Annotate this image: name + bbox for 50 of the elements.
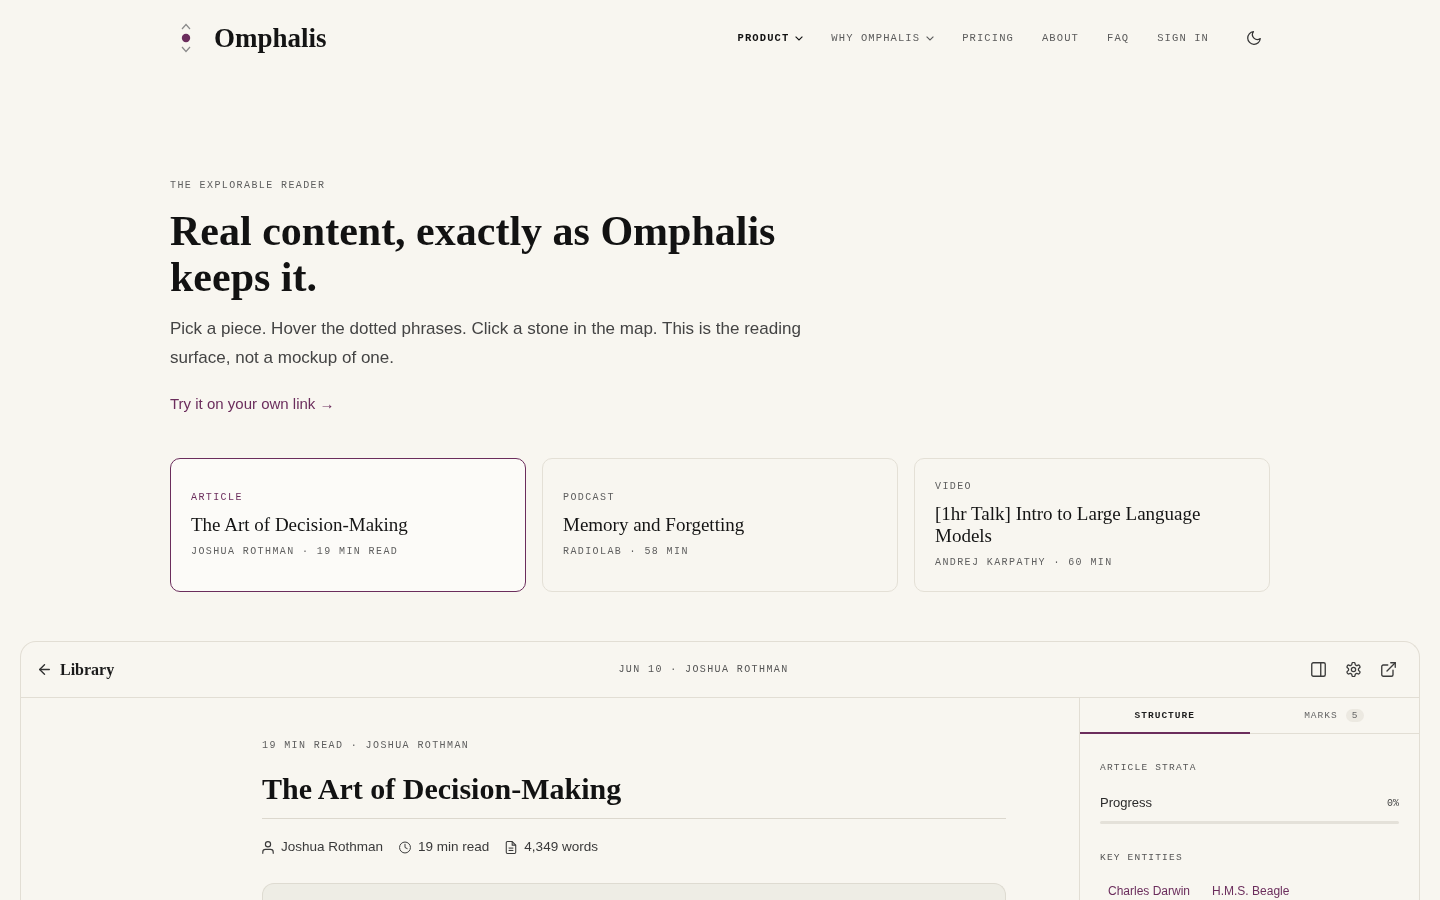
byline-text: 19 min read <box>418 838 490 856</box>
sample-card[interactable]: PODCAST Memory and Forgetting RADIOLAB · 58 MIN <box>542 458 898 592</box>
nav-link[interactable]: PRODUCT <box>737 28 804 48</box>
sidebar-tab[interactable]: MARKS 5 <box>1249 698 1419 734</box>
byline-text: Joshua Rothman <box>281 838 384 856</box>
hero-intro: Pick a piece. Hover the dotted phrases. Click a stone in the map. This is the reading surface, not a mockup of one. <box>170 318 802 369</box>
back-link[interactable]: Library <box>39 660 115 679</box>
section-heading: ARTICLE STRATA <box>1100 762 1198 774</box>
section-eyebrow: THE EXPLORABLE READER <box>170 180 327 192</box>
arrow-left-icon <box>39 664 50 675</box>
card-meta: ANDREJ KARPATHY · 60 MIN <box>935 557 1114 569</box>
moon-icon[interactable] <box>1247 31 1261 45</box>
nav-link[interactable]: ABOUT <box>1041 28 1079 48</box>
card-meta: RADIOLAB · 58 MIN <box>563 546 690 558</box>
logo-icon <box>180 23 192 53</box>
sample-card[interactable]: ARTICLE The Art of Decision-Making JOSHUA ROTHMAN · 19 MIN READ <box>170 458 526 592</box>
card-meta: JOSHUA ROTHMAN · 19 MIN READ <box>191 546 400 558</box>
article-date-author: JUN 10 · JOSHUA ROTHMAN <box>618 664 789 675</box>
nav-link[interactable]: WHY OMPHALIS <box>831 28 935 48</box>
clock-icon <box>399 840 412 854</box>
byline-text: 4,349 words <box>524 838 598 856</box>
external-link-icon[interactable] <box>1381 662 1396 677</box>
entity-link[interactable]: Charles Darwin <box>1100 884 1199 898</box>
article-title: The Art of Decision-Making <box>262 771 1006 819</box>
count-badge: 5 <box>1345 708 1365 722</box>
sample-card[interactable]: VIDEO [1hr Talk] Intro to Large Language Models ANDREJ KARPATHY · 60 MIN <box>914 458 1270 592</box>
card-kind-label: ARTICLE <box>191 492 244 504</box>
card-title: [1hr Talk] Intro to Large Language Models <box>935 503 1202 547</box>
nav-link[interactable]: PRICING <box>962 28 1014 48</box>
progress-value: 0% <box>1387 797 1399 809</box>
hero-heading: Real content, exactly as Omphalis keeps it. <box>170 208 777 300</box>
card-title: Memory and Forgetting <box>563 514 746 536</box>
person-icon <box>262 840 274 854</box>
card-kind-label: PODCAST <box>563 492 616 504</box>
settings-icon[interactable] <box>1346 662 1361 677</box>
section-heading: KEY ENTITIES <box>1100 852 1184 864</box>
home-link[interactable]: Omphalis <box>170 22 327 54</box>
article-meta: 19 MIN READ · JOSHUA ROTHMAN <box>262 740 471 752</box>
nav-link[interactable]: SIGN IN <box>1157 28 1209 48</box>
sidebar-panel-icon[interactable] <box>1311 662 1326 677</box>
chevron-down-icon <box>926 35 935 41</box>
sidebar-tab[interactable]: STRUCTURE <box>1080 698 1250 734</box>
document-icon <box>505 840 518 854</box>
entity-link[interactable]: H.M.S. Beagle <box>1204 884 1298 898</box>
card-kind-label: VIDEO <box>935 481 973 493</box>
nav-link[interactable]: FAQ <box>1107 28 1130 48</box>
chevron-down-icon <box>795 35 804 41</box>
card-title: The Art of Decision-Making <box>191 514 409 536</box>
progress-label: Progress <box>1100 795 1153 811</box>
try-link[interactable]: Try it on your own link → <box>170 394 335 414</box>
